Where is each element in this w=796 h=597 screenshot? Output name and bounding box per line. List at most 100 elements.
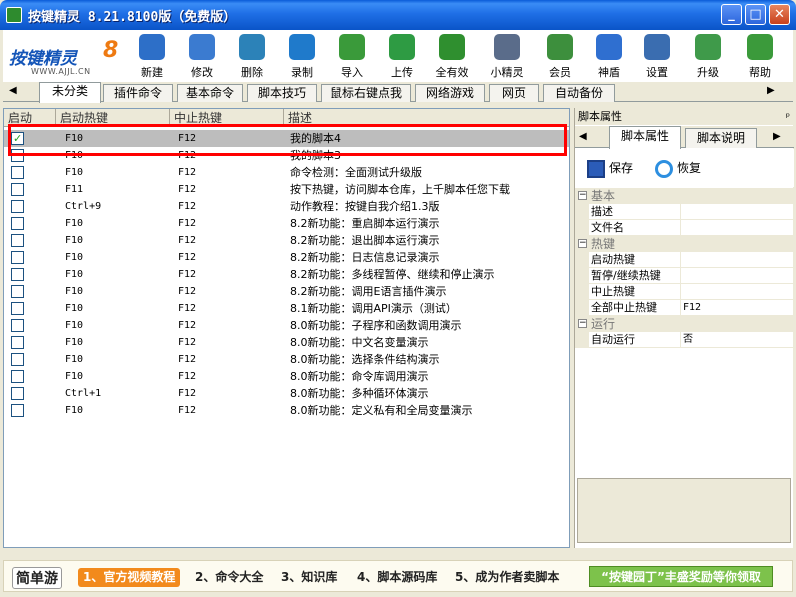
brand-logo[interactable]: 简单游 bbox=[12, 567, 62, 589]
toolbar-button-6[interactable]: 上传 bbox=[379, 32, 425, 80]
step-command-list[interactable]: 2、命令大全 bbox=[190, 568, 268, 587]
toolbar-button-4[interactable]: 录制 bbox=[279, 32, 325, 80]
tab-4[interactable]: 脚本技巧 bbox=[247, 84, 317, 102]
table-row[interactable]: F10 F12 8.2新功能：退出脚本运行演示 bbox=[4, 232, 569, 249]
property-row[interactable]: 文件名 bbox=[575, 220, 794, 236]
toolbar-button-9[interactable]: 会员 bbox=[537, 32, 583, 80]
property-value[interactable]: F12 bbox=[683, 300, 701, 316]
tab-6[interactable]: 网络游戏 bbox=[415, 84, 485, 102]
table-row[interactable]: F10 F12 8.0新功能：命令库调用演示 bbox=[4, 368, 569, 385]
row-checkbox[interactable] bbox=[11, 268, 24, 281]
row-checkbox[interactable] bbox=[11, 234, 24, 247]
start-hotkey-cell: Ctrl+9 bbox=[65, 201, 102, 212]
collapse-icon[interactable]: − bbox=[578, 239, 587, 248]
row-checkbox[interactable] bbox=[11, 353, 24, 366]
collapse-icon[interactable]: − bbox=[578, 319, 587, 328]
row-checkbox[interactable] bbox=[11, 166, 24, 179]
toolbar-button-12[interactable]: 升级 bbox=[685, 32, 731, 80]
toolbar-button-2[interactable]: 修改 bbox=[179, 32, 225, 80]
step-script-source[interactable]: 4、脚本源码库 bbox=[352, 568, 442, 587]
table-row[interactable]: Ctrl+9 F12 动作教程：按键自我介绍1.3版 bbox=[4, 198, 569, 215]
table-row[interactable]: F10 F12 8.0新功能：中文名变量演示 bbox=[4, 334, 569, 351]
maximize-button[interactable]: □ bbox=[745, 4, 766, 25]
step-become-author[interactable]: 5、成为作者卖脚本 bbox=[450, 568, 564, 587]
property-value[interactable]: 否 bbox=[683, 332, 693, 348]
tab-1[interactable]: 未分类 bbox=[39, 82, 101, 103]
tab-2[interactable]: 插件命令 bbox=[103, 84, 173, 102]
tab-scroll-right-icon[interactable]: ▶ bbox=[767, 85, 775, 96]
property-row[interactable]: 中止热键 bbox=[575, 284, 794, 300]
table-row[interactable]: F11 F12 按下热键，访问脚本仓库，上千脚本任您下载 bbox=[4, 181, 569, 198]
toolbar-button-5[interactable]: 导入 bbox=[329, 32, 375, 80]
table-row[interactable]: F10 F12 8.0新功能：选择条件结构演示 bbox=[4, 351, 569, 368]
property-group-name: 热键 bbox=[591, 237, 616, 251]
row-checkbox[interactable] bbox=[11, 302, 24, 315]
property-group[interactable]: − 基本 bbox=[575, 188, 794, 204]
step-video-tutorial[interactable]: 1、官方视频教程 bbox=[78, 568, 181, 587]
property-row[interactable]: 描述 bbox=[575, 204, 794, 220]
row-checkbox[interactable] bbox=[11, 387, 24, 400]
table-row[interactable]: Ctrl+1 F12 8.0新功能：多种循环体演示 bbox=[4, 385, 569, 402]
row-checkbox[interactable] bbox=[11, 130, 24, 147]
props-tab-left-icon[interactable]: ◀ bbox=[579, 131, 587, 142]
property-row[interactable]: 自动运行 否 bbox=[575, 332, 794, 348]
table-row[interactable]: F10 F12 8.0新功能：子程序和函数调用演示 bbox=[4, 317, 569, 334]
table-row[interactable]: F10 F12 8.1新功能：调用API演示（测试） bbox=[4, 300, 569, 317]
row-checkbox[interactable] bbox=[11, 285, 24, 298]
row-checkbox[interactable] bbox=[11, 183, 24, 196]
props-tab-right-icon[interactable]: ▶ bbox=[773, 131, 781, 142]
tab-scroll-left-icon[interactable]: ◀ bbox=[9, 85, 17, 96]
table-row[interactable]: F10 F12 8.2新功能：重启脚本运行演示 bbox=[4, 215, 569, 232]
table-row[interactable]: F10 F12 我的脚本4 bbox=[4, 130, 569, 147]
toolbar-button-7[interactable]: 全有效 bbox=[429, 32, 475, 80]
toolbar-button-1[interactable]: 新建 bbox=[129, 32, 175, 80]
table-row[interactable]: F10 F12 8.2新功能：多线程暂停、继续和停止演示 bbox=[4, 266, 569, 283]
row-checkbox[interactable] bbox=[11, 149, 24, 162]
row-checkbox[interactable] bbox=[11, 370, 24, 383]
property-group[interactable]: − 热键 bbox=[575, 236, 794, 252]
stop-hotkey-cell: F12 bbox=[178, 218, 197, 229]
stop-hotkey-cell: F12 bbox=[178, 167, 197, 178]
description-cell: 8.2新功能：退出脚本运行演示 bbox=[290, 234, 440, 247]
col-header-stop-hotkey[interactable]: 中止热键 bbox=[170, 109, 284, 127]
property-row[interactable]: 全部中止热键 F12 bbox=[575, 300, 794, 316]
close-button[interactable]: ✕ bbox=[769, 4, 790, 25]
toolbar-button-3[interactable]: 删除 bbox=[229, 32, 275, 80]
table-row[interactable]: F10 F12 8.0新功能：定义私有和全局变量演示 bbox=[4, 402, 569, 419]
pin-icon[interactable]: ᵖ bbox=[786, 109, 790, 126]
col-header-start-hotkey[interactable]: 启动热键 bbox=[56, 109, 170, 127]
tab-7[interactable]: 网页 bbox=[489, 84, 539, 102]
save-button[interactable]: 保存 bbox=[587, 159, 633, 178]
table-row[interactable]: F10 F12 8.2新功能：日志信息记录演示 bbox=[4, 249, 569, 266]
row-checkbox[interactable] bbox=[11, 404, 24, 417]
toolbar-button-11[interactable]: 设置 bbox=[634, 32, 680, 80]
table-row[interactable]: F10 F12 8.2新功能：调用E语言插件演示 bbox=[4, 283, 569, 300]
col-header-description[interactable]: 描述 bbox=[284, 109, 569, 127]
tab-5[interactable]: 鼠标右键点我 bbox=[321, 84, 411, 102]
property-row[interactable]: 暂停/继续热键 bbox=[575, 268, 794, 284]
tab-script-description[interactable]: 脚本说明 bbox=[685, 128, 757, 148]
tab-script-properties[interactable]: 脚本属性 bbox=[609, 126, 681, 149]
tab-3[interactable]: 基本命令 bbox=[177, 84, 243, 102]
toolbar-button-10[interactable]: 神盾 bbox=[586, 32, 632, 80]
table-row[interactable]: F10 F12 我的脚本3 bbox=[4, 147, 569, 164]
stop-hotkey-cell: F12 bbox=[178, 133, 197, 144]
property-group[interactable]: − 运行 bbox=[575, 316, 794, 332]
collapse-icon[interactable]: − bbox=[578, 191, 587, 200]
step-knowledge-base[interactable]: 3、知识库 bbox=[276, 568, 342, 587]
property-row[interactable]: 启动热键 bbox=[575, 252, 794, 268]
row-checkbox[interactable] bbox=[11, 336, 24, 349]
properties-panel: 脚本属性 ᵖ ◀ 脚本属性 脚本说明 ▶ 保存 恢复 − 基本 描述 文件名 − 热键 启动… bbox=[574, 108, 794, 548]
toolbar-button-8[interactable]: 小精灵 bbox=[484, 32, 530, 80]
row-checkbox[interactable] bbox=[11, 200, 24, 213]
restore-button[interactable]: 恢复 bbox=[655, 159, 701, 178]
row-checkbox[interactable] bbox=[11, 319, 24, 332]
col-header-start[interactable]: 启动 bbox=[4, 109, 56, 127]
toolbar-button-13[interactable]: 帮助 bbox=[737, 32, 783, 80]
table-row[interactable]: F10 F12 命令检测：全面测试升级版 bbox=[4, 164, 569, 181]
row-checkbox[interactable] bbox=[11, 217, 24, 230]
minimize-button[interactable]: _ bbox=[721, 4, 742, 25]
promo-banner[interactable]: “按键园丁”丰盛奖励等你领取 bbox=[589, 566, 773, 587]
tab-8[interactable]: 自动备份 bbox=[543, 84, 615, 102]
row-checkbox[interactable] bbox=[11, 251, 24, 264]
